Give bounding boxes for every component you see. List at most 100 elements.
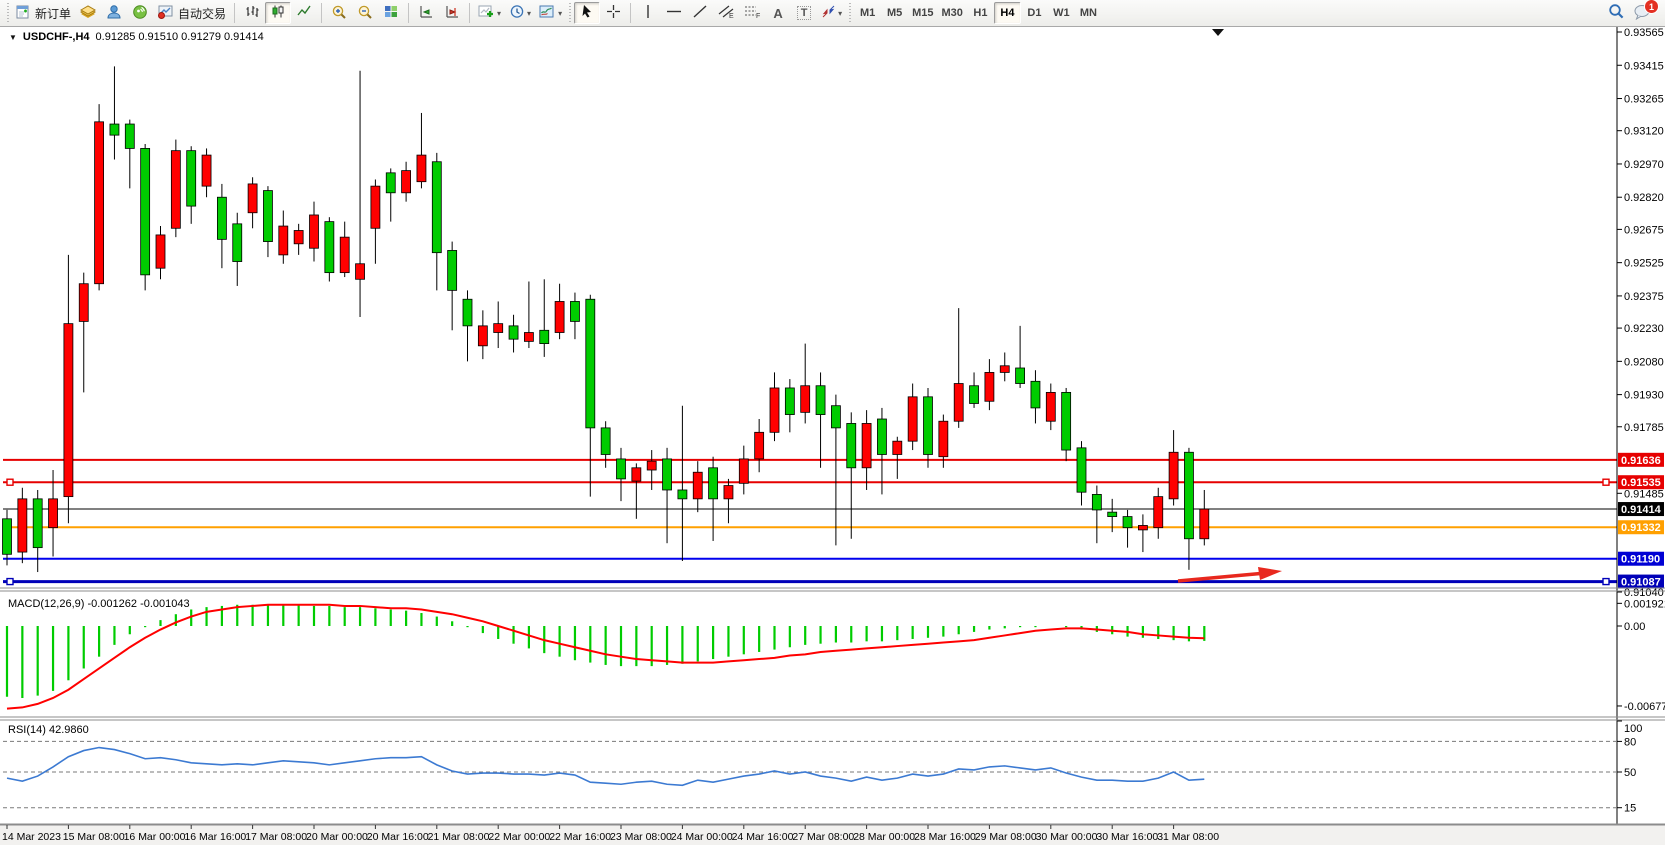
- auto-trading-button[interactable]: 自动交易: [153, 2, 230, 24]
- timeframe-button-M1[interactable]: M1: [854, 2, 881, 24]
- new-order-button[interactable]: 新订单: [12, 2, 75, 24]
- cursor-button[interactable]: [574, 2, 600, 24]
- candle-body: [49, 499, 58, 528]
- signal-waves-icon: [132, 4, 148, 22]
- price-tick-label: 0.92675: [1624, 224, 1664, 236]
- trendline-button[interactable]: [687, 2, 713, 24]
- auto-scroll-icon: [418, 4, 434, 22]
- dropdown-arrow-icon: ▾: [497, 9, 501, 18]
- search-button[interactable]: [1603, 2, 1629, 24]
- candle-body: [601, 428, 610, 455]
- svg-text:0.91414: 0.91414: [1621, 504, 1662, 516]
- time-axis-label: 29 Mar 08:00: [975, 831, 1037, 843]
- chart-background: [0, 27, 1665, 846]
- time-axis-label: 28 Mar 00:00: [853, 831, 915, 843]
- zoom-in-button[interactable]: [326, 2, 352, 24]
- timeframe-button-M15[interactable]: M15: [908, 2, 937, 24]
- candle-body: [95, 122, 104, 284]
- candle-body: [1077, 448, 1086, 492]
- candle-body: [294, 230, 303, 243]
- channel-icon: E: [718, 4, 735, 22]
- vertical-line-button[interactable]: [635, 2, 661, 24]
- candlestick-chart-button[interactable]: [265, 2, 291, 24]
- candle-body: [586, 299, 595, 428]
- timeframe-toolbar: M1M5M15M30H1H4D1W1MN: [854, 2, 1102, 24]
- templates-button[interactable]: ▾: [535, 2, 566, 24]
- candle-body: [1046, 392, 1055, 421]
- fibonacci-icon: F: [744, 4, 761, 22]
- notifications-button[interactable]: 1: [1629, 2, 1655, 24]
- candle-body: [248, 184, 257, 213]
- price-tick-label: 0.91485: [1624, 488, 1664, 500]
- candle-body: [263, 191, 272, 242]
- time-axis-label: 30 Mar 00:00: [1036, 831, 1098, 843]
- chart-canvas[interactable]: 0.935650.934150.932650.931200.929700.928…: [0, 27, 1665, 846]
- candle-body: [1200, 509, 1209, 539]
- toolbar-separator: [630, 3, 631, 23]
- svg-text:0.91535: 0.91535: [1621, 477, 1661, 489]
- crosshair-button[interactable]: [600, 2, 626, 24]
- timeframe-button-H4[interactable]: H4: [994, 2, 1021, 24]
- horizontal-line-button[interactable]: [661, 2, 687, 24]
- equidistant-channel-button[interactable]: E: [713, 2, 739, 24]
- price-tick-label: 0.93415: [1624, 60, 1664, 72]
- signals-button[interactable]: [127, 2, 153, 24]
- candle-body: [908, 397, 917, 441]
- auto-scroll-button[interactable]: [413, 2, 439, 24]
- text-button[interactable]: A: [765, 2, 791, 24]
- toolbar-separator: [469, 3, 470, 23]
- candle-body: [1031, 381, 1040, 408]
- timeframe-button-W1[interactable]: W1: [1048, 2, 1075, 24]
- candle-body: [1123, 517, 1132, 528]
- timeframe-button-MN[interactable]: MN: [1075, 2, 1102, 24]
- candle-body: [663, 459, 672, 490]
- timeframe-button-D1[interactable]: D1: [1021, 2, 1048, 24]
- line-handle[interactable]: [7, 479, 13, 485]
- candlestick-icon: [270, 4, 286, 22]
- toolbar-grip[interactable]: [569, 3, 571, 23]
- line-chart-button[interactable]: [291, 2, 317, 24]
- timeframe-button-M5[interactable]: M5: [881, 2, 908, 24]
- zoom-out-button[interactable]: [352, 2, 378, 24]
- timeframe-button-H1[interactable]: H1: [967, 2, 994, 24]
- time-axis-label: 31 Mar 08:00: [1157, 831, 1219, 843]
- svg-text:F: F: [756, 13, 760, 19]
- time-axis-label: 14 Mar 2023: [2, 831, 61, 843]
- candle-body: [18, 499, 27, 552]
- community-button[interactable]: [101, 2, 127, 24]
- indicators-button[interactable]: ▾: [474, 2, 505, 24]
- candle-body: [33, 499, 42, 548]
- candle-body: [202, 155, 211, 186]
- bar-chart-button[interactable]: [239, 2, 265, 24]
- timeframe-button-M30[interactable]: M30: [938, 2, 967, 24]
- price-tick-label: 0.92230: [1624, 323, 1664, 335]
- text-label-icon: T: [797, 6, 812, 20]
- line-handle[interactable]: [1603, 579, 1609, 585]
- chart-dropdown-icon[interactable]: ▼: [9, 33, 17, 42]
- candle-body: [1016, 368, 1025, 384]
- chart-title-bar[interactable]: ▼ USDCHF-,H4 0.91285 0.91510 0.91279 0.9…: [9, 31, 264, 43]
- macd-indicator-label: MACD(12,26,9) -0.001262 -0.001043: [8, 598, 190, 610]
- time-axis-label: 24 Mar 16:00: [732, 831, 794, 843]
- tile-windows-button[interactable]: [378, 2, 404, 24]
- candle-body: [356, 264, 365, 280]
- fibonacci-button[interactable]: F: [739, 2, 765, 24]
- candle-body: [156, 235, 165, 268]
- candle-body: [125, 124, 134, 148]
- price-box-0.91087: 0.91087: [1618, 575, 1664, 589]
- line-handle[interactable]: [1603, 479, 1609, 485]
- toolbar-grip[interactable]: [849, 3, 851, 23]
- toolbar-grip[interactable]: [7, 3, 9, 23]
- history-center-button[interactable]: [75, 2, 101, 24]
- chart-shift-button[interactable]: [439, 2, 465, 24]
- line-handle[interactable]: [7, 579, 13, 585]
- text-label-button[interactable]: T: [791, 2, 817, 24]
- candle-body: [924, 397, 933, 455]
- price-tick-label: 0.91785: [1624, 422, 1664, 434]
- new-order-icon: [16, 4, 31, 22]
- periods-button[interactable]: ▾: [505, 2, 535, 24]
- time-axis-label: 22 Mar 16:00: [549, 831, 611, 843]
- time-axis[interactable]: 14 Mar 202315 Mar 08:0016 Mar 00:0016 Ma…: [0, 825, 1665, 845]
- arrows-button[interactable]: ▾: [817, 2, 846, 24]
- indicators-plus-icon: [478, 4, 495, 22]
